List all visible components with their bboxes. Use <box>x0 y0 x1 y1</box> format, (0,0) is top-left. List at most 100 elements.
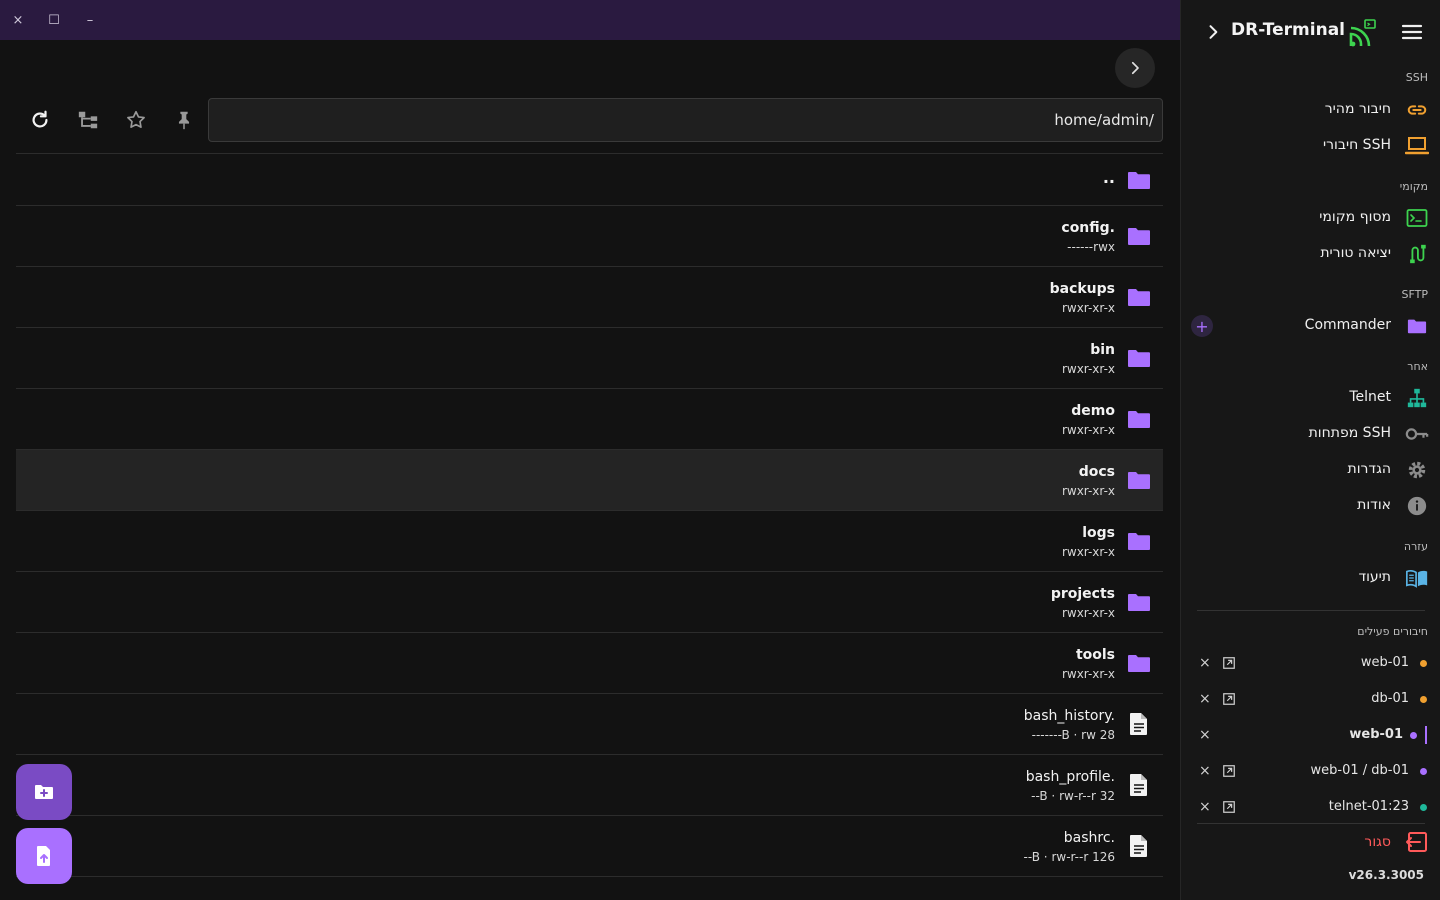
tree-view-button[interactable] <box>74 106 102 134</box>
entry-name: bin <box>1090 342 1115 358</box>
sidebar-item-label: תיעוד <box>1358 569 1391 585</box>
gear-icon <box>1405 458 1429 482</box>
folder-row[interactable]: demo rwxr-xr-x <box>16 389 1163 450</box>
entry-name: bash_history. <box>1023 708 1115 724</box>
sidebar-item-label: הגדרות <box>1347 461 1391 477</box>
sidebar-item-docs[interactable]: תיעוד <box>1181 560 1440 596</box>
sidebar-item-ssh-keys[interactable]: מפתחות SSH <box>1181 416 1440 452</box>
sidebar-item-serial-port[interactable]: יציאה טורית <box>1181 236 1440 272</box>
collapse-sidebar-button[interactable] <box>1203 22 1223 42</box>
title-bar: × ☐ – <box>0 0 1180 40</box>
laptop-icon <box>1405 134 1429 158</box>
active-connection-item[interactable]: × web-01 <box>1181 717 1440 753</box>
entry-name: projects <box>1050 586 1115 602</box>
favorite-button[interactable] <box>122 106 150 134</box>
close-connection-button[interactable]: × <box>1199 655 1211 671</box>
star-icon <box>127 110 145 128</box>
folder-icon <box>1125 222 1153 250</box>
file-row[interactable]: bash_history. -------B · rw 28 <box>16 694 1163 755</box>
folder-row[interactable]: .. <box>16 154 1163 206</box>
detach-window-icon[interactable] <box>1222 655 1238 671</box>
add-commander-button[interactable]: + <box>1191 315 1213 337</box>
section-local: מקומי <box>1399 180 1428 193</box>
new-folder-button[interactable] <box>16 764 72 820</box>
active-connection-item[interactable]: × web-01 <box>1181 645 1440 681</box>
sidebar-item-ssh-connections[interactable]: חיבורי SSH <box>1181 128 1440 164</box>
folder-row[interactable]: tools rwxr-xr-x <box>16 633 1163 694</box>
folder-row[interactable]: projects rwxr-xr-x <box>16 572 1163 633</box>
menu-button[interactable] <box>1401 22 1423 42</box>
folder-icon <box>1125 466 1153 494</box>
sidebar-item-commander[interactable]: + Commander <box>1181 308 1440 344</box>
active-connection-item[interactable]: × db-01 <box>1181 681 1440 717</box>
logout-button[interactable]: סגור <box>1181 824 1440 860</box>
sidebar-item-about[interactable]: אודות <box>1181 488 1440 524</box>
folder-icon <box>1125 527 1153 555</box>
active-connection-item[interactable]: × web-01 / db-01 <box>1181 753 1440 789</box>
upload-file-button[interactable] <box>16 828 72 884</box>
folder-icon <box>1128 350 1150 367</box>
file-icon <box>1130 713 1147 735</box>
close-connection-button[interactable]: × <box>1199 799 1211 815</box>
serial-cable-icon <box>1405 242 1429 266</box>
detach-window-icon[interactable] <box>1222 763 1238 779</box>
sidebar-item-telnet[interactable]: Telnet <box>1181 380 1440 416</box>
entry-permissions: --B · rw-r--r 32 <box>1031 789 1115 803</box>
status-dot <box>1420 660 1427 667</box>
section-ssh: SSH <box>1405 71 1428 84</box>
network-icon <box>1405 386 1429 410</box>
status-dot <box>1420 768 1427 775</box>
version-label: v26.3.3005 <box>1348 868 1424 882</box>
file-icon <box>1125 832 1153 860</box>
close-connection-button[interactable]: × <box>1199 763 1211 779</box>
section-sftp: SFTP <box>1401 288 1428 301</box>
entry-name: logs <box>1082 525 1115 541</box>
folder-row[interactable]: docs rwxr-xr-x <box>16 450 1163 511</box>
file-row[interactable]: bashrc. --B · rw-r--r 126 <box>16 816 1163 877</box>
sidebar-item-quick-connect[interactable]: חיבור מהיר <box>1181 92 1440 128</box>
pin-button[interactable] <box>170 106 198 134</box>
create-folder-icon <box>35 785 53 799</box>
folder-icon <box>1128 411 1150 428</box>
folder-row[interactable]: backups rwxr-xr-x <box>16 267 1163 328</box>
folder-icon <box>1128 289 1150 306</box>
close-window-button[interactable]: × <box>8 10 28 30</box>
sidebar-item-local-terminal[interactable]: מסוף מקומי <box>1181 200 1440 236</box>
folder-icon <box>1128 171 1150 189</box>
divider <box>1197 610 1425 611</box>
info-icon <box>1405 494 1429 518</box>
folder-row[interactable]: config. ------rwx <box>16 206 1163 267</box>
file-icon <box>1130 774 1147 796</box>
sidebar-item-label: חיבורי SSH <box>1323 137 1391 153</box>
active-connection-item[interactable]: × telnet-01:23 <box>1181 789 1440 825</box>
folder-row[interactable]: logs rwxr-xr-x <box>16 511 1163 572</box>
link-icon <box>1405 98 1429 122</box>
app-title: DR-Terminal <box>1231 20 1345 40</box>
section-other: אחר <box>1407 360 1428 373</box>
close-connection-button[interactable]: × <box>1199 691 1211 707</box>
connection-label: web-01 / db-01 <box>1310 763 1410 778</box>
file-icon <box>1125 771 1153 799</box>
file-icon <box>1130 835 1147 857</box>
maximize-window-button[interactable]: ☐ <box>44 10 64 30</box>
detach-window-icon[interactable] <box>1222 799 1238 815</box>
app-logo <box>1347 18 1377 48</box>
sidebar-item-settings[interactable]: הגדרות <box>1181 452 1440 488</box>
minimize-window-button[interactable]: – <box>80 10 100 30</box>
sidebar-item-label: יציאה טורית <box>1320 245 1391 261</box>
entry-permissions: ------rwx <box>1067 240 1115 254</box>
entry-permissions: rwxr-xr-x <box>1061 301 1115 315</box>
folder-row[interactable]: bin rwxr-xr-x <box>16 328 1163 389</box>
entry-name: backups <box>1049 281 1115 297</box>
close-connection-button[interactable]: × <box>1199 727 1211 743</box>
forward-nav-button[interactable] <box>1115 48 1155 88</box>
sidebar-item-label: Commander <box>1304 317 1391 333</box>
pin-icon <box>178 111 190 130</box>
entry-permissions: rwxr-xr-x <box>1061 423 1115 437</box>
entry-name: docs <box>1078 464 1115 480</box>
detach-window-icon[interactable] <box>1222 691 1238 707</box>
entry-name: demo <box>1071 403 1115 419</box>
refresh-button[interactable] <box>26 106 54 134</box>
path-input[interactable]: home/admin/ <box>208 98 1163 142</box>
file-row[interactable]: bash_profile. --B · rw-r--r 32 <box>16 755 1163 816</box>
